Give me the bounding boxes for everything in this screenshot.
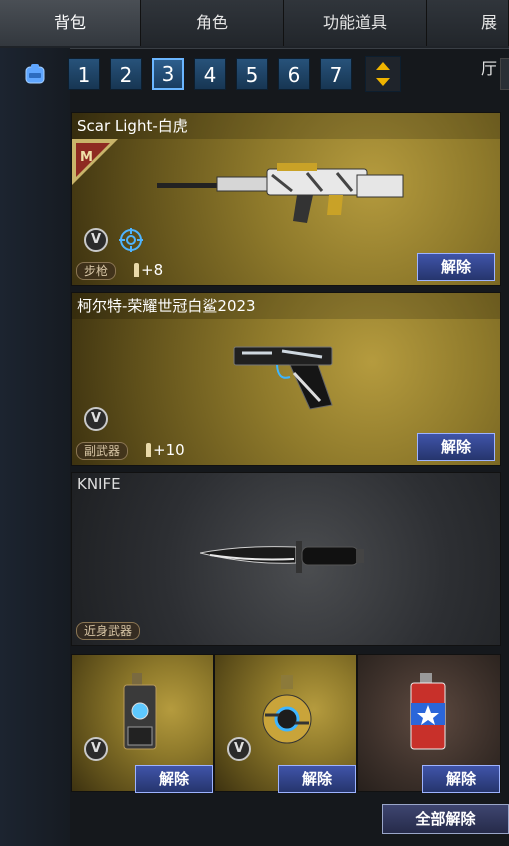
- unequip-button[interactable]: 解除: [278, 765, 356, 793]
- arrow-down-icon[interactable]: [376, 78, 390, 86]
- tab-character[interactable]: 角色: [141, 0, 284, 46]
- crosshair-icon: [119, 228, 143, 252]
- side-panel-edge: [500, 58, 509, 90]
- page-button-7[interactable]: 7: [320, 58, 352, 90]
- svg-text:M: M: [80, 150, 93, 165]
- page-button-1[interactable]: 1: [68, 58, 100, 90]
- ammo-icon: [134, 263, 139, 277]
- sidebar: [0, 48, 70, 846]
- weapon-name: KNIFE: [77, 475, 121, 493]
- tab-backpack[interactable]: 背包: [0, 0, 141, 46]
- knife-image: [200, 541, 364, 573]
- unequip-button[interactable]: 解除: [417, 253, 495, 281]
- grenade-slot-3[interactable]: 解除: [357, 654, 501, 793]
- flash-grenade-image: [410, 673, 446, 750]
- page-button-4[interactable]: 4: [194, 58, 226, 90]
- primary-weapon-slot[interactable]: Scar Light-白虎 M V 步枪 +8 解除: [71, 112, 501, 286]
- smoke-grenade-image: [123, 673, 157, 750]
- unequip-all-button[interactable]: 全部解除: [382, 804, 509, 834]
- page-button-3[interactable]: 3: [152, 58, 184, 90]
- ammo-bonus: +10: [153, 441, 185, 459]
- top-tab-bar: 背包 角色 功能道具 展厅: [0, 0, 509, 78]
- weapon-name: 柯尔特-荣耀世冠白鲨2023: [77, 297, 256, 315]
- melee-weapon-slot[interactable]: KNIFE 近身武器: [71, 472, 501, 646]
- unequip-button[interactable]: 解除: [417, 433, 495, 461]
- category-tag: 步枪: [76, 262, 117, 280]
- pistol-image: [233, 346, 333, 410]
- page-scroll-arrows: [365, 56, 401, 92]
- frag-grenade-image: [262, 675, 312, 744]
- arrow-up-icon[interactable]: [376, 62, 390, 70]
- grenade-slot-2[interactable]: V 解除: [214, 654, 357, 793]
- unequip-button[interactable]: 解除: [422, 765, 500, 793]
- weapon-name: Scar Light-白虎: [77, 117, 188, 135]
- page-button-6[interactable]: 6: [278, 58, 310, 90]
- unequip-button[interactable]: 解除: [135, 765, 213, 793]
- v-rank-icon: V: [84, 737, 108, 761]
- rank-badge-icon: M: [72, 139, 118, 185]
- category-tag: 近身武器: [76, 622, 141, 640]
- backpack-icon[interactable]: [23, 63, 47, 85]
- category-tag: 副武器: [76, 442, 129, 460]
- rifle-image: [157, 163, 404, 223]
- secondary-weapon-slot[interactable]: 柯尔特-荣耀世冠白鲨2023 V 副武器 +10 解除: [71, 292, 501, 466]
- page-button-5[interactable]: 5: [236, 58, 268, 90]
- grenade-slot-1[interactable]: V 解除: [71, 654, 214, 793]
- ammo-bonus: +8: [141, 261, 164, 279]
- v-rank-icon: V: [84, 407, 108, 431]
- tab-function-items[interactable]: 功能道具: [284, 0, 427, 46]
- page-button-2[interactable]: 2: [110, 58, 142, 90]
- v-rank-icon: V: [227, 737, 251, 761]
- ammo-icon: [146, 443, 151, 457]
- v-rank-icon: V: [84, 228, 108, 252]
- tab-showroom[interactable]: 展厅: [427, 0, 509, 78]
